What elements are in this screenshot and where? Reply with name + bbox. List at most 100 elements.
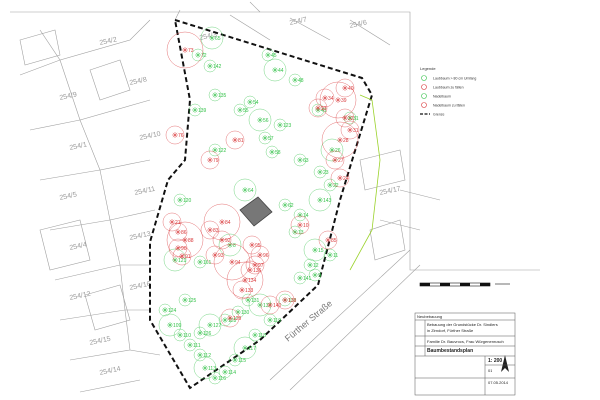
tree-number: 81 xyxy=(238,138,244,144)
legend-label: Nadelbaum zu fällen xyxy=(433,104,465,108)
tree-to-keep: 54 xyxy=(243,95,259,109)
tree-to-keep: 48 xyxy=(288,73,304,87)
tree-number: 39 xyxy=(341,98,347,104)
legend-label: Nadelbaum xyxy=(433,95,451,99)
tree-number: 123 xyxy=(283,123,292,129)
tree-number: 34 xyxy=(328,96,334,102)
tree-number: 15 xyxy=(318,248,324,254)
client-name: Familie Dr. Bauvrocs, Frau Würgenenrusch xyxy=(427,339,504,344)
project-line-1: Bebauung der Grundstücke Dr. Sindlers xyxy=(427,322,498,327)
tree-to-keep: 55 xyxy=(233,103,249,117)
tree-number: 65 xyxy=(215,36,221,42)
tree-number: 79 xyxy=(213,158,219,164)
tree-to-keep: 123 xyxy=(273,118,292,132)
tree-number: 10 xyxy=(303,223,309,229)
parcel-number: 254/17 xyxy=(379,186,402,197)
tree-number: 76 xyxy=(178,133,184,139)
tree-to-keep: 161 xyxy=(193,255,212,269)
tree-number: 28 xyxy=(343,138,349,144)
tree-number: 135 xyxy=(218,93,227,99)
parcel-number: 254/5 xyxy=(59,191,78,202)
plan-title: Baumbestandsplan xyxy=(427,348,474,354)
tree-to-remove: 84 xyxy=(203,203,241,241)
tree-to-keep: 131 xyxy=(241,293,260,307)
tree-number: 83 xyxy=(213,228,219,234)
tree-number: 137 xyxy=(263,303,272,309)
tree-number: 143 xyxy=(323,198,332,204)
tree-number: 63 xyxy=(303,158,309,164)
tree-number: 11 xyxy=(333,253,338,259)
tree-to-keep: 135 xyxy=(208,88,227,102)
building xyxy=(239,196,273,227)
scale-bar xyxy=(419,282,510,287)
tree-to-keep: 57 xyxy=(258,131,274,145)
parcel-number: 254/7 xyxy=(289,16,308,27)
tree-number: 117 xyxy=(248,346,256,352)
legend-item: Grenze xyxy=(420,113,445,117)
legend-item: Laubbaum > 80 cm Umfang xyxy=(421,75,476,81)
red-tree-icon xyxy=(421,102,427,108)
red-tree-icon xyxy=(421,84,427,90)
legend: Legende Laubbaum > 80 cm Umfang Laubbaum … xyxy=(420,66,476,117)
tree-to-remove: 88 xyxy=(166,221,204,259)
tree-number: 129 xyxy=(233,316,242,322)
legend-item: Laubbaum zu fällen xyxy=(421,84,464,90)
parcel-number: 254/4 xyxy=(69,241,88,252)
tree-to-keep: 23 xyxy=(313,165,329,179)
parcel-number: 254/10 xyxy=(139,131,162,142)
tree-to-remove: 73 xyxy=(166,31,204,69)
parcel-number: 254/11 xyxy=(134,186,156,197)
tree-to-keep: 119 xyxy=(263,313,281,327)
parcel-number: 254/13 xyxy=(129,231,152,242)
tree-number: 139 xyxy=(288,298,297,304)
tree-number: 93 xyxy=(218,253,224,259)
tree-number: 136 xyxy=(253,268,262,274)
tree-number: 85 xyxy=(331,238,337,244)
tree-to-remove: 33 xyxy=(308,98,328,118)
tree-number: 44 xyxy=(278,68,284,74)
legend-label: Laubbaum zu fällen xyxy=(433,86,464,90)
tree-to-keep: 112 xyxy=(193,348,211,362)
tree-number: 125 xyxy=(188,298,197,304)
tree-number: 12 xyxy=(313,263,319,269)
tree-to-remove: 76 xyxy=(165,125,185,145)
tree-to-keep: 122 xyxy=(208,143,227,157)
tree-number: 64 xyxy=(248,188,254,194)
tree-to-remove: 83 xyxy=(200,220,220,240)
legend-label: Grenze xyxy=(433,113,445,117)
tree-number: 124 xyxy=(168,308,177,314)
tree-number: 40 xyxy=(348,86,354,92)
tree-to-keep: 15 xyxy=(303,238,327,262)
tree-number: 133 xyxy=(245,288,254,294)
parcel-number: 254/9 xyxy=(59,91,78,102)
tree-number: 57 xyxy=(268,136,274,142)
tree-to-keep: 143 xyxy=(308,188,332,212)
tree-to-keep: 117 xyxy=(233,336,257,360)
tree-number: 118 xyxy=(258,333,266,339)
tree-to-keep: 139 xyxy=(188,103,207,117)
tree-number: 27 xyxy=(338,158,344,164)
tree-number: 9 xyxy=(318,273,321,279)
tree-to-remove: 81 xyxy=(225,130,245,150)
parcel-lines xyxy=(10,1,540,393)
tree-number: 62 xyxy=(288,203,294,209)
tree-number: 56 xyxy=(263,118,269,124)
tree-number: 111 xyxy=(193,343,201,349)
tree-to-keep: 44 xyxy=(263,58,287,82)
parcel-number: 254/16 xyxy=(129,281,152,292)
tree-number: 113 xyxy=(208,366,216,372)
plan-date: 07.05.2014 xyxy=(488,380,509,385)
tree-to-remove: 34 xyxy=(315,88,335,108)
parcel-number: 254/12 xyxy=(69,291,92,302)
tree-number: 86 xyxy=(181,230,187,236)
tree-number: 96 xyxy=(263,253,269,259)
tree-to-keep: 64 xyxy=(233,178,257,202)
tree-number: 119 xyxy=(273,318,281,324)
legend-item: Nadelbaum xyxy=(421,93,451,99)
tree-to-keep: 63 xyxy=(293,153,309,167)
tree-to-keep: 120 xyxy=(173,193,192,207)
tree-number: 141 xyxy=(303,276,312,282)
legend-item: Nadelbaum zu fällen xyxy=(421,102,465,108)
parcel-number: 254/2 xyxy=(99,36,118,47)
tree-number: 48 xyxy=(298,78,304,84)
